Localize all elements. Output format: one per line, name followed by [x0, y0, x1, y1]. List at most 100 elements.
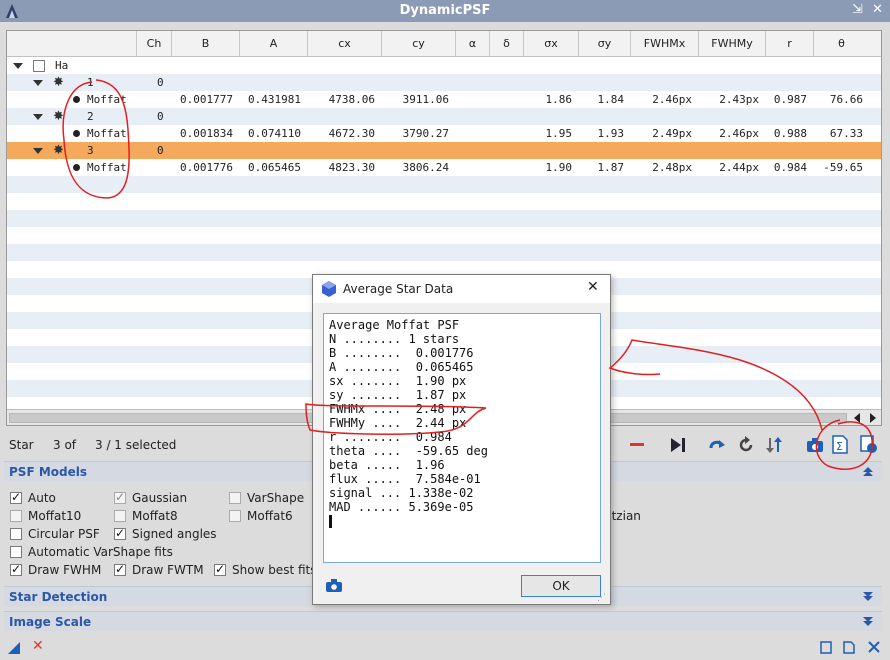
ok-button[interactable]: OK — [521, 575, 601, 597]
close-icon[interactable]: ✕ — [872, 2, 883, 17]
checkbox-draw-fwhm[interactable]: Draw FWHM — [10, 562, 101, 579]
col-header-cy[interactable]: cy — [381, 31, 455, 57]
cell-b: 0.001834 — [180, 127, 233, 140]
refresh-icon[interactable] — [737, 436, 755, 454]
cell-theta: -59.65 — [823, 161, 863, 174]
collapse-section-icon[interactable] — [862, 466, 874, 478]
cell-sx: 1.95 — [545, 127, 573, 140]
star-index: 1 — [87, 76, 94, 89]
col-header-name[interactable] — [7, 31, 136, 57]
scroll-left-icon[interactable] — [853, 413, 861, 423]
cell-b: 0.001776 — [180, 161, 233, 174]
camera-icon[interactable] — [326, 579, 342, 592]
reset-icon[interactable] — [867, 640, 881, 654]
sigma-icon[interactable]: Σ — [832, 435, 848, 454]
cell-theta: 76.66 — [829, 93, 863, 106]
star-row-1[interactable]: ✸ 1 0 — [7, 74, 881, 91]
checkbox-circular-psf[interactable]: Circular PSF — [10, 527, 100, 543]
checkbox-auto-varshape[interactable]: Automatic VarShape fits — [10, 545, 173, 561]
svg-text:Σ: Σ — [836, 440, 843, 453]
cell-sx: 1.90 — [545, 161, 573, 174]
col-header-cx[interactable]: cx — [307, 31, 381, 57]
checkbox-varshape[interactable]: VarShape — [229, 491, 304, 507]
checkbox-moffat8[interactable]: Moffat8 — [114, 509, 178, 525]
sort-icon[interactable] — [765, 436, 783, 454]
bullet-icon — [73, 96, 80, 103]
cell-r: 0.984 — [773, 161, 807, 174]
col-header-ch[interactable]: Ch — [136, 31, 171, 57]
col-header-theta[interactable]: θ — [813, 31, 869, 57]
checkbox-signed-angles[interactable]: Signed angles — [114, 526, 217, 543]
checkbox-label: Draw FWTM — [132, 563, 204, 577]
collapse-arrow-icon[interactable] — [13, 63, 23, 69]
checkbox-moffat6[interactable]: Moffat6 — [229, 509, 293, 525]
cell-sy: 1.87 — [597, 161, 625, 174]
documentation-icon[interactable] — [843, 641, 855, 654]
cell-fwhmx: 2.46px — [652, 93, 692, 106]
cell-a: 0.065465 — [248, 161, 301, 174]
star-channel: 0 — [157, 144, 164, 157]
expand-section-icon[interactable] — [862, 616, 874, 628]
column-header: Ch B A cx cy α δ σx σy FWHMx FWHMy r θ — [7, 31, 881, 57]
resize-grip-icon[interactable]: ⋰ — [597, 593, 606, 603]
dialog-title: Average Star Data — [343, 282, 454, 296]
checkbox-show-best-fits[interactable]: Show best fits — [214, 562, 316, 579]
next-icon[interactable] — [670, 437, 686, 453]
cell-fwhmy: 2.44px — [719, 161, 759, 174]
section-title: PSF Models — [9, 465, 87, 479]
checkbox-auto[interactable]: Auto — [10, 490, 56, 507]
text-line: r ........ 0.984 — [329, 430, 452, 444]
export-icon[interactable] — [860, 435, 878, 454]
star-icon: ✸ — [53, 143, 64, 158]
redo-icon[interactable] — [708, 437, 726, 453]
checkbox-draw-fwtm[interactable]: Draw FWTM — [114, 562, 204, 579]
col-header-alpha[interactable]: α — [455, 31, 489, 57]
dialog-close-icon[interactable]: ✕ — [587, 279, 599, 295]
cell-cy: 3911.06 — [402, 93, 449, 106]
checkbox-label: Auto — [28, 491, 56, 505]
fit-row-2[interactable]: Moffat 0.001834 0.074110 4672.30 3790.27… — [7, 125, 881, 142]
col-header-fwhmx[interactable]: FWHMx — [630, 31, 698, 57]
cell-r: 0.988 — [773, 127, 807, 140]
fit-row-3[interactable]: Moffat 0.001776 0.065465 4823.30 3806.24… — [7, 159, 881, 176]
col-header-delta[interactable]: δ — [489, 31, 523, 57]
close-instance-icon[interactable]: ✕ — [32, 638, 44, 654]
col-header-a[interactable]: A — [239, 31, 307, 57]
image-checkbox[interactable] — [33, 60, 45, 72]
star-row-3-selected[interactable]: ✸ 3 0 — [7, 142, 881, 159]
checkbox-label: Signed angles — [132, 527, 217, 541]
apply-icon[interactable] — [820, 641, 832, 654]
fit-name: Moffat — [87, 93, 127, 106]
camera-icon[interactable] — [806, 437, 824, 453]
checkbox-moffat10[interactable]: Moffat10 — [10, 509, 81, 525]
collapse-arrow-icon[interactable] — [33, 114, 43, 120]
text-line: signal ... 1.338e-02 — [329, 486, 474, 500]
scroll-right-icon[interactable] — [869, 413, 877, 423]
expand-section-icon[interactable] — [862, 591, 874, 603]
col-header-sx[interactable]: σx — [523, 31, 578, 57]
col-header-r[interactable]: r — [765, 31, 813, 57]
new-instance-icon[interactable] — [8, 642, 20, 654]
collapse-arrow-icon[interactable] — [33, 148, 43, 154]
checkbox-label: Gaussian — [132, 491, 188, 505]
tree-row-image[interactable]: Ha — [7, 57, 881, 74]
image-name: Ha — [55, 59, 69, 72]
cell-fwhmy: 2.43px — [719, 93, 759, 106]
average-star-data-text[interactable]: Average Moffat PSF N ........ 1 stars B ..… — [323, 313, 601, 563]
col-header-sy[interactable]: σy — [578, 31, 630, 57]
checkbox-label: Moffat8 — [132, 509, 178, 523]
text-line: A ........ 0.065465 — [329, 360, 474, 374]
empty-row — [7, 176, 881, 193]
col-header-fwhmy[interactable]: FWHMy — [698, 31, 765, 57]
fit-row-1[interactable]: Moffat 0.001777 0.431981 4738.06 3911.06… — [7, 91, 881, 108]
empty-row — [7, 210, 881, 227]
section-image-scale[interactable]: Image Scale — [4, 611, 882, 631]
collapse-arrow-icon[interactable] — [33, 80, 43, 86]
star-row-2[interactable]: ✸ 2 0 — [7, 108, 881, 125]
col-header-b[interactable]: B — [171, 31, 239, 57]
checkbox-gaussian[interactable]: Gaussian — [114, 490, 188, 507]
restore-icon[interactable]: ⇲ — [852, 2, 863, 17]
text-line: beta ..... 1.96 — [329, 458, 445, 472]
delete-icon[interactable] — [630, 443, 644, 446]
star-index: 2 — [87, 110, 94, 123]
